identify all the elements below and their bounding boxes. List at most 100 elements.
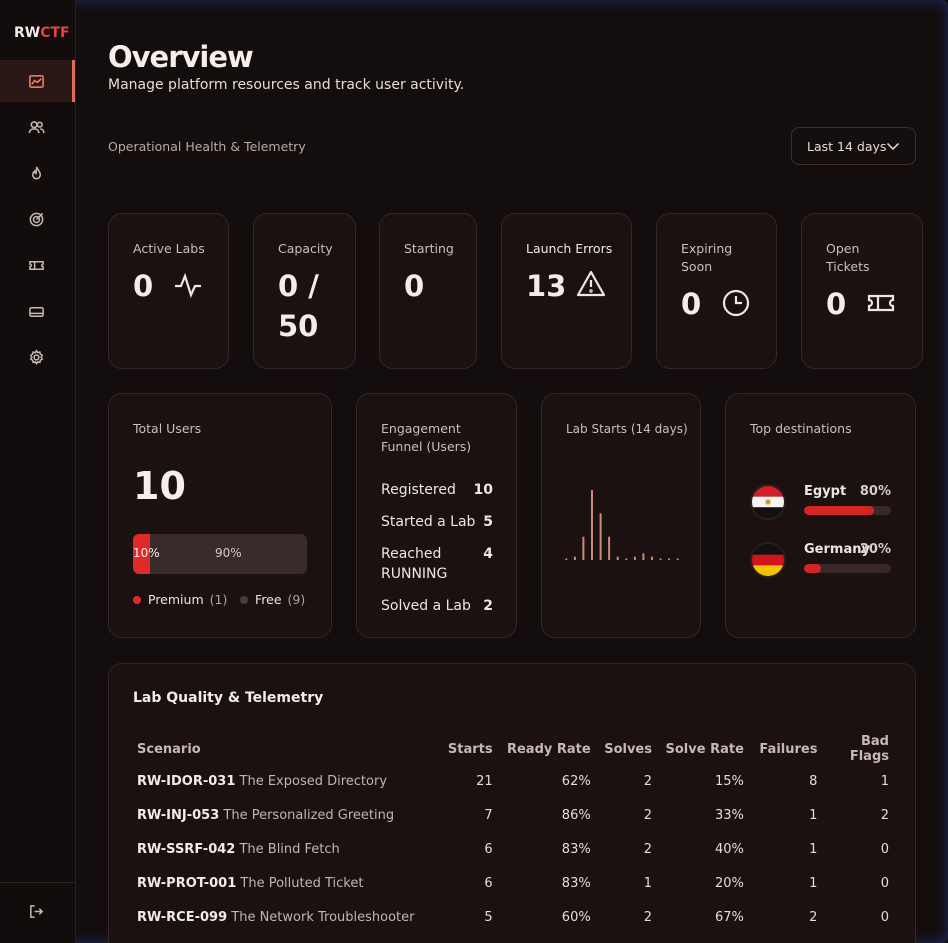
expiring-card: Expiring Soon 0 bbox=[656, 213, 777, 369]
nav-overview[interactable] bbox=[0, 60, 75, 102]
flame-icon bbox=[31, 166, 42, 179]
chart-bar bbox=[625, 558, 628, 560]
column-header[interactable]: Failures bbox=[748, 734, 822, 764]
column-header[interactable]: Solves bbox=[595, 734, 656, 764]
starts-cell: 5 bbox=[484, 909, 493, 925]
table-row[interactable]: RW-RCE-099 The Network Troubleshooter 5 60… bbox=[133, 900, 893, 934]
card-title: Lab Quality & Telemetry bbox=[133, 690, 324, 706]
app-window: RWCTF Overview Manage platform resources bbox=[0, 0, 948, 943]
table-row[interactable]: RW-INJ-053 The Personalized Greeting 7 86%… bbox=[133, 798, 893, 832]
stat-label: Launch Errors bbox=[526, 241, 613, 256]
stat-label-line2: Tickets bbox=[826, 259, 870, 274]
table-row[interactable]: RW-SSRF-042 The Blind Fetch 6 83% 2 40% 1 0 bbox=[133, 832, 893, 866]
solves-cell: 2 bbox=[643, 841, 652, 857]
free-dot bbox=[240, 595, 248, 604]
target-icon bbox=[29, 212, 44, 226]
column-header[interactable]: Ready Rate bbox=[497, 734, 595, 764]
scenario-code: RW-PROT-001 bbox=[137, 875, 237, 891]
nav-target[interactable] bbox=[0, 198, 75, 240]
funnel-row: Solved a Lab 2 bbox=[381, 596, 493, 616]
legend-premium: Premium (1) bbox=[133, 592, 227, 607]
card-icon bbox=[29, 306, 44, 317]
stat-label-line1: Open bbox=[826, 241, 860, 256]
card-label-line1: Engagement bbox=[381, 421, 461, 436]
destination-row: Germany 20% bbox=[750, 542, 891, 582]
card-label: Top destinations bbox=[750, 421, 852, 436]
stat-label-line1: Expiring bbox=[681, 241, 733, 256]
legend-count: (9) bbox=[287, 592, 306, 607]
scenario-cell: RW-RCE-099 The Network Troubleshooter bbox=[133, 900, 435, 934]
solve-rate-cell: 67% bbox=[715, 909, 744, 925]
stat-value: 0 bbox=[133, 269, 154, 303]
destination-row: Egypt 80% bbox=[750, 484, 891, 524]
free-percent: 90% bbox=[215, 546, 242, 560]
nav-tickets[interactable] bbox=[0, 244, 75, 286]
scenario-cell: RW-INJ-053 The Personalized Greeting bbox=[133, 798, 435, 832]
funnel-row-value: 5 bbox=[483, 514, 493, 530]
clock-icon bbox=[722, 289, 750, 317]
funnel-row: Started a Lab 5 bbox=[381, 512, 493, 532]
stat-label: Open Tickets bbox=[826, 240, 870, 276]
lab-quality-table: Scenario Starts Ready Rate Solves Solve … bbox=[133, 734, 893, 934]
chart-bar bbox=[659, 558, 662, 560]
column-header[interactable]: Solve Rate bbox=[656, 734, 748, 764]
date-range-select[interactable]: Last 14 days bbox=[791, 127, 916, 165]
table-header-row: Scenario Starts Ready Rate Solves Solve … bbox=[133, 734, 893, 764]
legend-count: (1) bbox=[209, 592, 228, 607]
card-label-line2: Funnel (Users) bbox=[381, 439, 472, 454]
table-row[interactable]: RW-IDOR-031 The Exposed Directory 21 62% 2 1… bbox=[133, 764, 893, 798]
column-header[interactable]: Starts bbox=[435, 734, 496, 764]
scenario-cell: RW-IDOR-031 The Exposed Directory bbox=[133, 764, 435, 798]
ready-rate-cell: 83% bbox=[561, 875, 591, 891]
column-header[interactable]: Bad Flags bbox=[821, 734, 893, 764]
nav-card[interactable] bbox=[0, 290, 75, 332]
legend-free: Free (9) bbox=[240, 592, 305, 607]
total-users-card: Total Users 10 10% 90% Premium (1) Free … bbox=[108, 393, 332, 638]
nav-settings[interactable] bbox=[0, 336, 75, 378]
starting-card: Starting 0 bbox=[379, 213, 477, 369]
chart-bar bbox=[651, 556, 653, 560]
starts-cell: 6 bbox=[484, 841, 493, 857]
bad-flags-cell: 1 bbox=[880, 773, 889, 789]
logout-button[interactable] bbox=[0, 890, 75, 932]
funnel-row-label: Started a Lab bbox=[381, 514, 476, 530]
stat-label: Active Labs bbox=[133, 241, 205, 256]
stat-value: 13 bbox=[526, 269, 567, 303]
stat-label: Capacity bbox=[278, 241, 333, 256]
sidebar-divider bbox=[0, 882, 75, 883]
stat-value: 0 bbox=[681, 287, 702, 321]
funnel-row-label: Solved a Lab bbox=[381, 598, 471, 614]
solves-cell: 2 bbox=[643, 807, 652, 823]
nav-users[interactable] bbox=[0, 106, 75, 148]
chart-bar bbox=[573, 556, 576, 560]
failures-cell: 1 bbox=[809, 841, 818, 857]
launch-errors-card: Launch Errors 13 bbox=[501, 213, 632, 369]
engagement-funnel-card: Engagement Funnel (Users) Registered 10 St… bbox=[356, 393, 517, 638]
brand-part-2: CTF bbox=[40, 25, 70, 41]
table-row[interactable]: RW-PROT-001 The Polluted Ticket 6 83% 1 20% 1… bbox=[133, 866, 893, 900]
card-label: Lab Starts (14 days) bbox=[566, 422, 688, 436]
page-subtitle: Manage platform resources and track user… bbox=[108, 77, 465, 93]
scenario-code: RW-RCE-099 bbox=[137, 909, 228, 925]
active-labs-card: Active Labs 0 bbox=[108, 213, 229, 369]
funnel-row-label: Registered bbox=[381, 482, 456, 498]
solves-cell: 2 bbox=[643, 773, 652, 789]
stat-label: Expiring Soon bbox=[681, 240, 732, 276]
destination-percent: 20% bbox=[859, 542, 891, 557]
funnel-row-value: 2 bbox=[483, 598, 493, 614]
nav-flame[interactable] bbox=[0, 152, 75, 194]
scenario-name: The Polluted Ticket bbox=[240, 875, 364, 891]
funnel-row-value: 10 bbox=[473, 482, 493, 498]
stat-value-line1: 0 / bbox=[278, 269, 319, 303]
brand-logo[interactable]: RWCTF bbox=[14, 25, 70, 41]
lab-starts-card: Lab Starts (14 days) bbox=[541, 393, 701, 638]
solves-cell: 2 bbox=[643, 909, 652, 925]
lab-starts-chart bbox=[565, 490, 679, 560]
column-header[interactable]: Scenario bbox=[133, 734, 435, 764]
stat-label-line2: Soon bbox=[681, 259, 713, 274]
solve-rate-cell: 33% bbox=[715, 807, 744, 823]
card-label: Total Users bbox=[133, 421, 202, 436]
capacity-card: Capacity 0 / 50 bbox=[253, 213, 356, 369]
activity-icon bbox=[175, 272, 201, 299]
date-range-value: Last 14 days bbox=[807, 138, 887, 154]
